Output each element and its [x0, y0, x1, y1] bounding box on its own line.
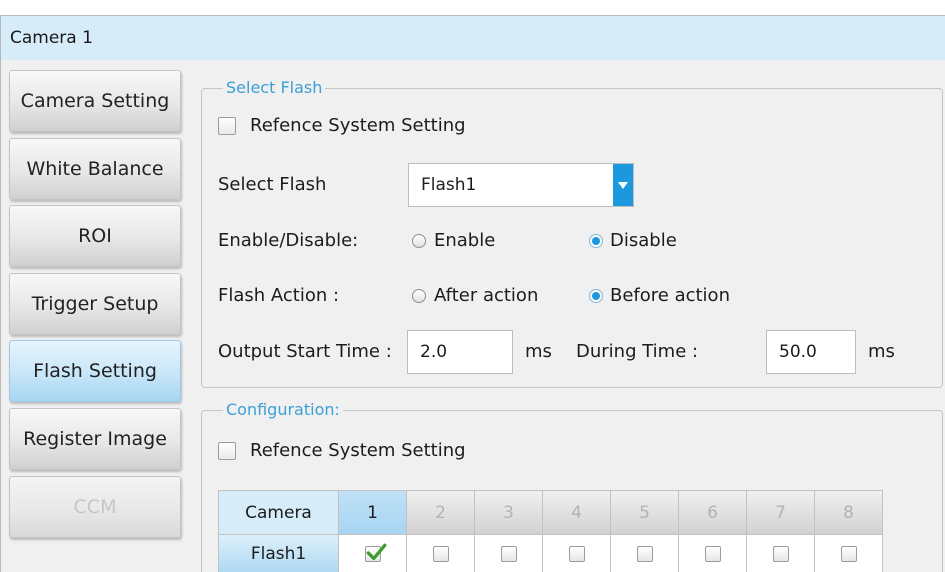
- config-reference-system-checkbox[interactable]: [218, 442, 236, 460]
- disable-radio-label: Disable: [610, 230, 677, 251]
- column-header-camera-7: 7: [747, 491, 814, 534]
- sidebar-item-ccm: CCM: [9, 476, 181, 538]
- flash-select-value: Flash1: [421, 175, 477, 195]
- table-cell: [339, 535, 406, 572]
- after-action-radio-label: After action: [434, 285, 539, 306]
- configuration-legend: Configuration:: [223, 401, 343, 419]
- during-time-unit: ms: [868, 341, 895, 362]
- column-header-camera-3: 3: [475, 491, 542, 534]
- table-corner-camera: Camera: [219, 491, 338, 534]
- column-header-camera-8: 8: [815, 491, 882, 534]
- sidebar-item-trigger-setup[interactable]: Trigger Setup: [9, 273, 181, 335]
- enable-radio-label: Enable: [434, 230, 496, 251]
- select-flash-legend: Select Flash: [223, 79, 326, 97]
- reference-system-label: Refence System Setting: [250, 115, 466, 136]
- flash1-camera-8-checkbox[interactable]: [840, 545, 857, 562]
- table-cell: [815, 535, 882, 572]
- column-header-camera-5: 5: [611, 491, 678, 534]
- output-start-time-unit: ms: [525, 341, 552, 362]
- flash1-row-label[interactable]: Flash1: [219, 535, 338, 572]
- window-title: Camera 1: [10, 28, 93, 48]
- flash1-camera-6-checkbox[interactable]: [704, 545, 721, 562]
- camera-settings-window: Camera 1 Camera Setting White Balance RO…: [0, 0, 945, 572]
- title-bar: Camera 1: [1, 16, 945, 60]
- sidebar-item-camera-setting[interactable]: Camera Setting: [9, 70, 181, 132]
- during-time-label: During Time :: [576, 341, 699, 362]
- flash1-camera-4-checkbox[interactable]: [568, 545, 585, 562]
- before-action-radio-label: Before action: [610, 285, 730, 306]
- table-cell: [407, 535, 474, 572]
- flash-select-dropdown[interactable]: Flash1: [408, 163, 634, 207]
- table-cell: [679, 535, 746, 572]
- sidebar-item-register-image[interactable]: Register Image: [9, 408, 181, 470]
- flash-camera-table: Camera 1 2 3 4 5 6 7 8 Flash1: [218, 490, 883, 572]
- column-header-camera-6: 6: [679, 491, 746, 534]
- check-icon: [366, 543, 386, 560]
- column-header-camera-4: 4: [543, 491, 610, 534]
- sidebar-item-flash-setting[interactable]: Flash Setting: [9, 340, 181, 402]
- enable-disable-label: Enable/Disable:: [218, 230, 359, 251]
- column-header-camera-2: 2: [407, 491, 474, 534]
- table-cell: [475, 535, 542, 572]
- flash1-camera-1-checkbox[interactable]: [364, 543, 386, 562]
- config-reference-system-label: Refence System Setting: [250, 440, 466, 461]
- table-cell: [611, 535, 678, 572]
- flash1-camera-2-checkbox[interactable]: [432, 545, 449, 562]
- flash1-camera-7-checkbox[interactable]: [772, 545, 789, 562]
- flash1-camera-3-checkbox[interactable]: [500, 545, 517, 562]
- before-action-radio[interactable]: [589, 289, 603, 303]
- select-flash-label: Select Flash: [218, 174, 327, 195]
- enable-radio[interactable]: [412, 234, 426, 248]
- table-cell: [543, 535, 610, 572]
- during-time-input[interactable]: [766, 330, 856, 374]
- flash-action-label: Flash Action :: [218, 285, 340, 306]
- reference-system-checkbox[interactable]: [218, 117, 236, 135]
- after-action-radio[interactable]: [412, 289, 426, 303]
- dropdown-button[interactable]: [613, 164, 633, 206]
- output-start-time-label: Output Start Time :: [218, 341, 392, 362]
- output-start-time-input[interactable]: [407, 330, 513, 374]
- sidebar-item-roi[interactable]: ROI: [9, 205, 181, 267]
- flash1-camera-5-checkbox[interactable]: [636, 545, 653, 562]
- disable-radio[interactable]: [589, 234, 603, 248]
- chevron-down-icon: [618, 182, 628, 189]
- table-cell: [747, 535, 814, 572]
- sidebar-item-white-balance[interactable]: White Balance: [9, 138, 181, 200]
- column-header-camera-1[interactable]: 1: [339, 491, 406, 534]
